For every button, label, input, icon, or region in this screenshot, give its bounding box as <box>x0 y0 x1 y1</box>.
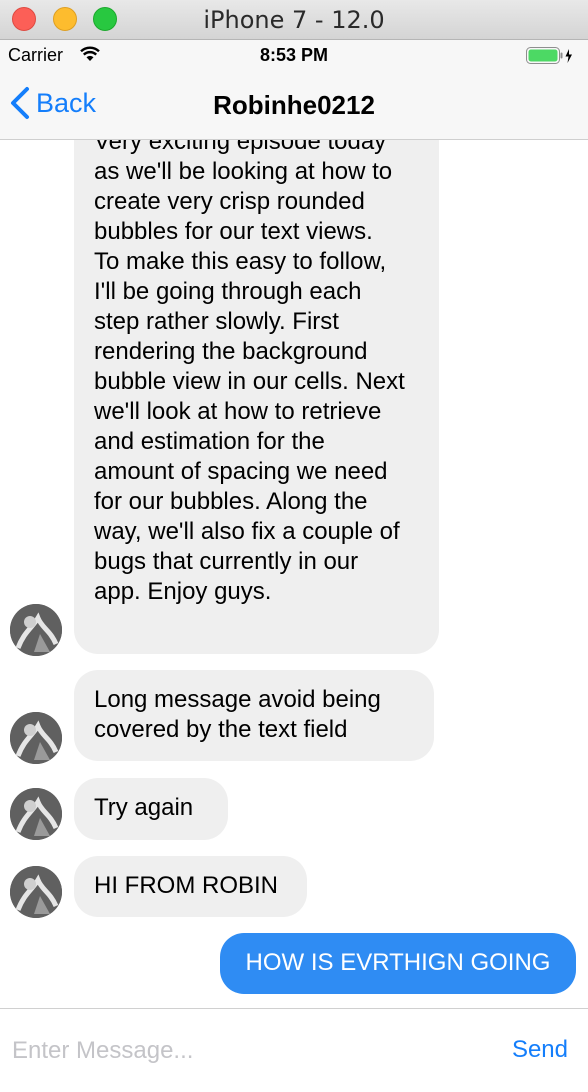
message-line: covered by the text field <box>94 716 348 743</box>
message-line: for our bubbles. Along the <box>94 488 368 515</box>
avatar-image <box>10 788 62 840</box>
message-line: create very crisp rounded <box>94 188 365 215</box>
message-line: Long message avoid being <box>94 686 381 713</box>
status-time: 8:53 PM <box>259 45 329 65</box>
message-line: bubble view in our cells. Next <box>94 368 405 395</box>
avatar[interactable] <box>10 788 62 840</box>
message-bubble[interactable]: HI FROM ROBIN <box>74 856 307 917</box>
message-bubble[interactable]: Very exciting episode today as we'll be … <box>74 140 439 654</box>
avatar[interactable] <box>10 604 62 656</box>
message-line: way, we'll also fix a couple of <box>94 518 400 545</box>
message-bubble[interactable]: Long message avoid being covered by the … <box>74 670 434 761</box>
message-line: bugs that currently in our <box>94 548 359 575</box>
status-bar: Carrier 8:53 PM <box>0 40 588 72</box>
avatar[interactable] <box>10 866 62 918</box>
message-bubble-outgoing[interactable]: HOW IS EVRTHIGN GOING <box>220 933 576 994</box>
message-bubble[interactable]: Try again <box>74 778 228 840</box>
simulator-titlebar: iPhone 7 - 12.0 <box>0 0 588 40</box>
message-line: bubbles for our text views. <box>94 218 373 245</box>
message-line: To make this easy to follow, <box>94 248 387 275</box>
message-input[interactable] <box>12 1031 492 1071</box>
message-line: amount of spacing we need <box>94 458 388 485</box>
message-line: I'll be going through each <box>94 278 362 305</box>
avatar-image <box>10 712 62 764</box>
message-line: app. Enjoy guys. <box>94 578 272 605</box>
chat-list[interactable]: Very exciting episode today as we'll be … <box>0 140 588 1008</box>
message-line: as we'll be looking at how to <box>94 158 393 185</box>
message-line: Very exciting episode today <box>94 140 387 155</box>
navigation-bar: Back Robinhe0212 <box>0 72 588 140</box>
chat-title: Robinhe0212 <box>213 90 375 120</box>
avatar-image <box>10 604 62 656</box>
avatar[interactable] <box>10 712 62 764</box>
message-line: HI FROM ROBIN <box>94 872 278 899</box>
message-line: and estimation for the <box>94 428 325 455</box>
send-button[interactable]: Send <box>512 1036 568 1064</box>
message-line: Try again <box>94 794 194 821</box>
message-line: we'll look at how to retrieve <box>94 398 382 425</box>
message-line: HOW IS EVRTHIGN GOING <box>245 949 551 976</box>
message-line: rendering the background <box>94 338 368 365</box>
simulator-title: iPhone 7 - 12.0 <box>203 6 385 34</box>
message-line: step rather slowly. First <box>94 308 339 335</box>
battery-icon <box>526 47 572 64</box>
avatar-image <box>10 866 62 918</box>
message-input-bar: Send <box>0 1008 588 1092</box>
